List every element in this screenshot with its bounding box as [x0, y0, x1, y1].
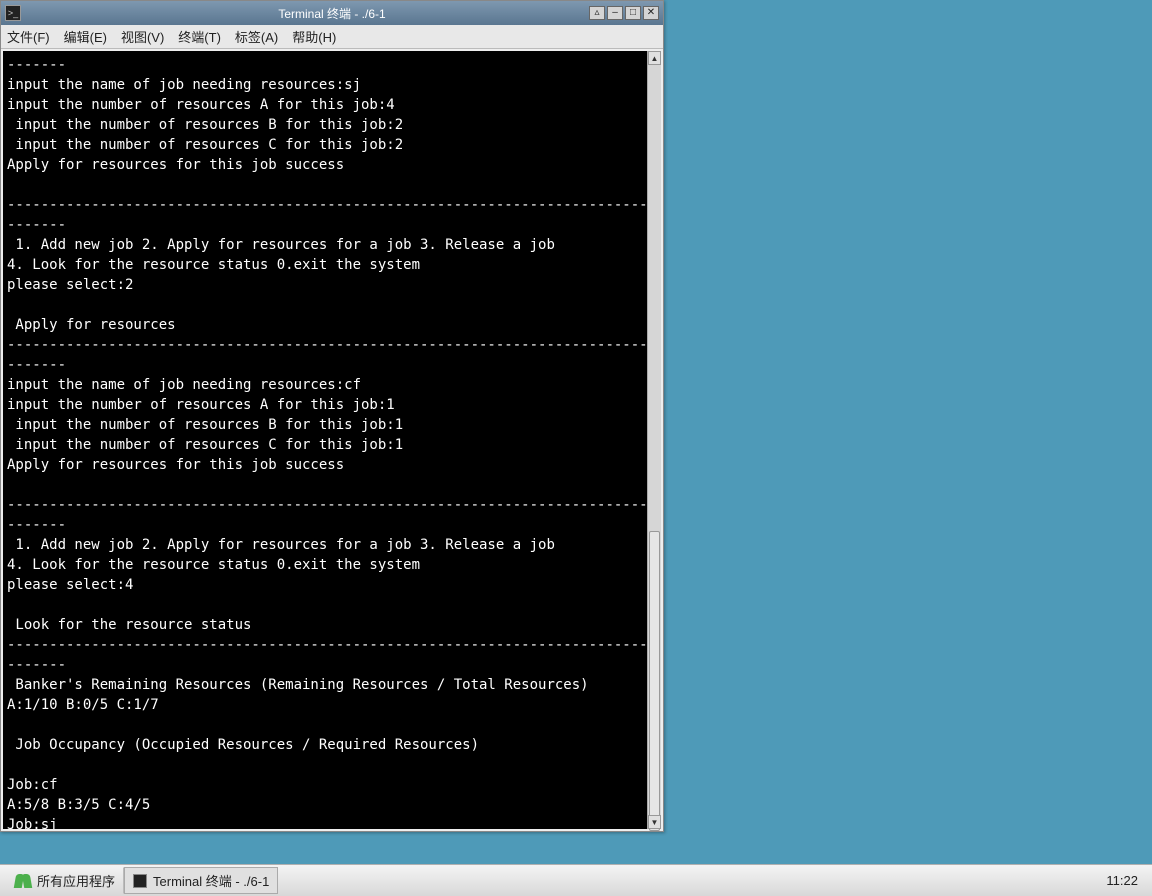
scrollbar[interactable]: ▲ ▼	[647, 51, 661, 829]
scroll-thumb[interactable]	[649, 531, 660, 831]
menu-terminal[interactable]: 终端(T)	[178, 27, 221, 46]
terminal-output[interactable]: ------- input the name of job needing re…	[3, 51, 647, 829]
desktop: >_ Terminal 终端 - ./6-1 ▵ – □ ✕ 文件(F) 编辑(…	[0, 0, 1152, 864]
window-title: Terminal 终端 - ./6-1	[1, 5, 663, 22]
close-button[interactable]: ✕	[643, 6, 659, 20]
shade-button[interactable]: ▵	[589, 6, 605, 20]
taskbar-clock[interactable]: 11:22	[1106, 873, 1146, 888]
window-titlebar[interactable]: >_ Terminal 终端 - ./6-1 ▵ – □ ✕	[1, 1, 663, 25]
taskbar-terminal-task[interactable]: Terminal 终端 - ./6-1	[124, 867, 278, 894]
start-menu-icon	[15, 873, 31, 889]
minimize-button[interactable]: –	[607, 6, 623, 20]
menubar: 文件(F) 编辑(E) 视图(V) 终端(T) 标签(A) 帮助(H)	[1, 25, 663, 49]
maximize-button[interactable]: □	[625, 6, 641, 20]
menu-edit[interactable]: 编辑(E)	[64, 27, 107, 46]
terminal-task-icon	[133, 874, 147, 888]
taskbar-all-apps-label: 所有应用程序	[37, 871, 115, 890]
menu-tabs[interactable]: 标签(A)	[235, 27, 278, 46]
taskbar-all-apps[interactable]: 所有应用程序	[6, 867, 124, 894]
taskbar-terminal-label: Terminal 终端 - ./6-1	[153, 871, 269, 890]
menu-help[interactable]: 帮助(H)	[292, 27, 336, 46]
menu-view[interactable]: 视图(V)	[121, 27, 164, 46]
taskbar: 所有应用程序 Terminal 终端 - ./6-1 11:22	[0, 864, 1152, 896]
terminal-body: ------- input the name of job needing re…	[1, 49, 663, 831]
window-controls: ▵ – □ ✕	[589, 6, 659, 20]
scroll-up-button[interactable]: ▲	[648, 51, 661, 65]
terminal-window: >_ Terminal 终端 - ./6-1 ▵ – □ ✕ 文件(F) 编辑(…	[0, 0, 664, 832]
terminal-icon: >_	[5, 5, 21, 21]
scroll-down-button[interactable]: ▼	[648, 815, 661, 829]
menu-file[interactable]: 文件(F)	[7, 27, 50, 46]
